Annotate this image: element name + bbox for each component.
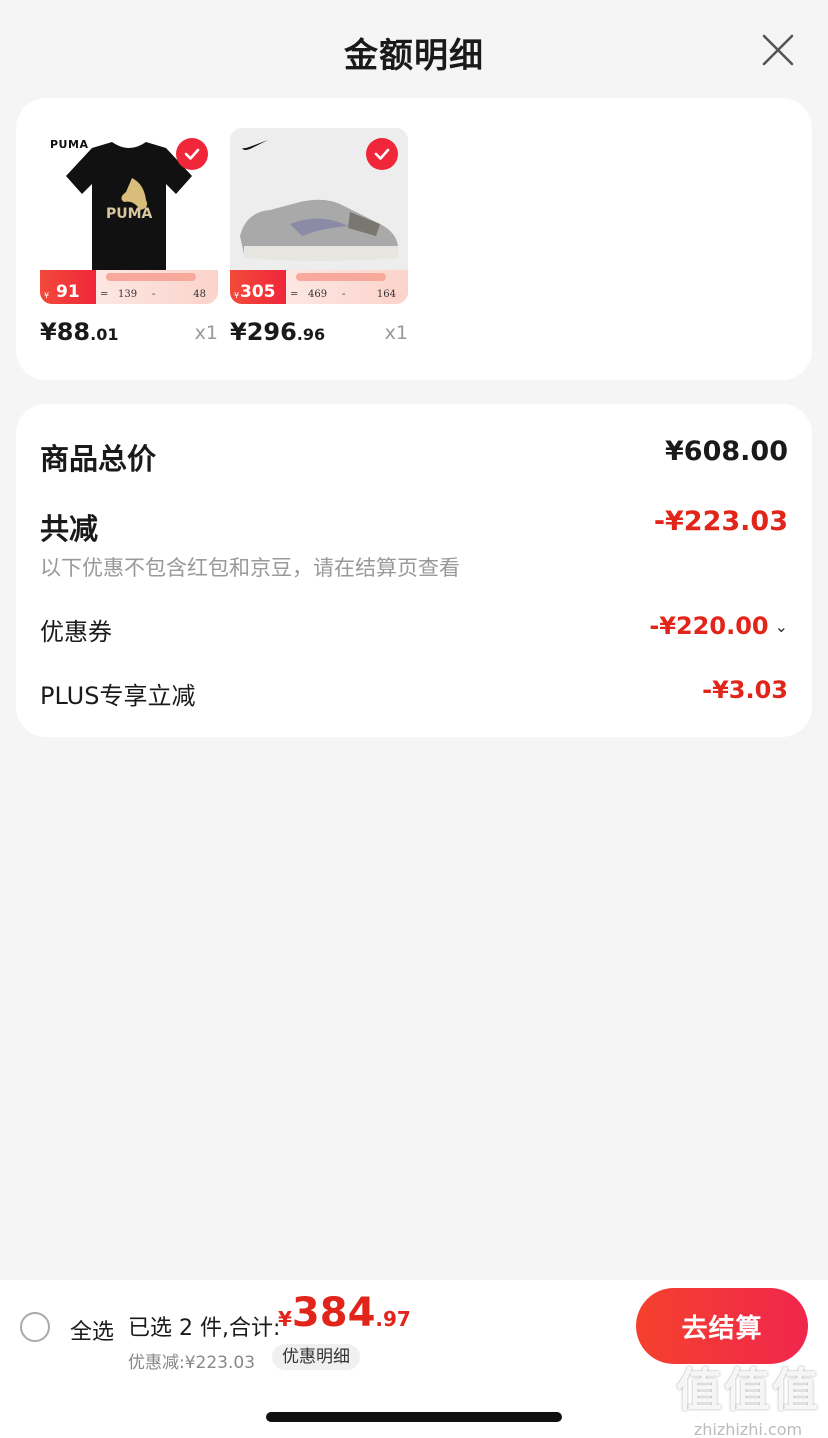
promo-banner: ¥ 91 = 139 - 48 (40, 270, 218, 304)
product-price: ¥296.96 (230, 318, 325, 346)
promo-discount: 164 (376, 289, 396, 300)
reduce-value: -¥223.03 (653, 506, 788, 537)
checked-icon[interactable] (176, 138, 208, 170)
plus-discount-value: -¥3.03 (702, 676, 788, 704)
price-dec: .01 (90, 325, 119, 344)
checked-icon[interactable] (366, 138, 398, 170)
total-dec: .97 (375, 1307, 411, 1331)
promo-banner: ¥ 305 = 469 - 164 (230, 270, 408, 304)
promo-price-value: 91 (56, 282, 80, 302)
promo-calc: = 139 - 48 (96, 270, 218, 304)
price-row: ¥88.01 x1 (40, 318, 218, 358)
close-icon[interactable] (758, 30, 798, 70)
select-all-radio[interactable] (20, 1312, 50, 1342)
page-title: 金额明细 (344, 36, 484, 76)
summary-card: 商品总价 ¥608.00 共减 -¥223.03 以下优惠不包含红包和京豆，请在… (16, 404, 812, 737)
svg-text:PUMA: PUMA (106, 206, 153, 222)
promo-discount: 48 (193, 289, 206, 300)
watermark: 值值值 zhizhizhi.com (676, 1354, 820, 1438)
reduce-label: 共减 (40, 512, 99, 546)
product-price: ¥88.01 (40, 318, 118, 346)
plus-discount-label: PLUS专享立减 (40, 682, 196, 710)
total-yen: ¥ (278, 1307, 292, 1331)
home-indicator[interactable] (266, 1412, 562, 1422)
select-all-label[interactable]: 全选 (70, 1314, 114, 1346)
total-amount: ¥384.97 (278, 1290, 411, 1336)
total-int: 384 (291, 1290, 376, 1336)
amount-detail-sheet: 金额明细 PUMA PUMA ¥ 91 = 139 - 48 ¥88.01 x1… (0, 0, 828, 1438)
promo-bar (296, 273, 386, 281)
promo-calc: = 469 - 164 (286, 270, 408, 304)
promo-original: 139 (118, 289, 138, 300)
discount-summary: 优惠减:¥223.03 (128, 1353, 256, 1373)
promo-eq: = (100, 289, 109, 300)
total-price-value: ¥608.00 (665, 436, 788, 467)
promo-eq: = (290, 289, 299, 300)
promo-minus: - (342, 289, 346, 300)
promo-original: 469 (308, 289, 328, 300)
price-int: ¥296 (230, 318, 297, 346)
coupon-label: 优惠券 (40, 618, 112, 646)
promo-minus: - (152, 289, 156, 300)
promo-price-value: 305 (240, 282, 276, 302)
discount-note: 以下优惠不包含红包和京豆，请在结算页查看 (40, 556, 460, 580)
price-dec: .96 (296, 325, 326, 344)
total-price-label: 商品总价 (40, 442, 157, 476)
promo-yen: ¥ (234, 291, 240, 300)
discount-detail-button[interactable]: 优惠明细 (272, 1344, 360, 1370)
price-row: ¥296.96 x1 (230, 318, 408, 358)
promo-price: ¥ 305 (230, 270, 286, 304)
price-int: ¥88 (40, 318, 91, 346)
promo-bar (106, 273, 196, 281)
product-item[interactable]: ¥ 305 = 469 - 164 ¥296.96 x1 (230, 128, 408, 358)
promo-price: ¥ 91 (40, 270, 96, 304)
chevron-down-icon[interactable]: ⌄ (775, 617, 788, 636)
product-qty: x1 (194, 322, 218, 344)
watermark-logo: 值值值 (676, 1363, 820, 1417)
product-qty: x1 (384, 322, 408, 344)
selected-count: 已选 2 件,合计: (128, 1316, 281, 1341)
checkout-button[interactable]: 去结算 (636, 1288, 808, 1364)
product-image[interactable]: PUMA PUMA ¥ 91 = 139 - 48 (40, 128, 218, 304)
products-card: PUMA PUMA ¥ 91 = 139 - 48 ¥88.01 x1 ¥ 30… (16, 98, 812, 380)
coupon-value-group[interactable]: -¥220.00 ⌄ (649, 612, 788, 640)
product-item[interactable]: PUMA PUMA ¥ 91 = 139 - 48 ¥88.01 x1 (40, 128, 218, 358)
product-image[interactable]: ¥ 305 = 469 - 164 (230, 128, 408, 304)
watermark-url: zhizhizhi.com (693, 1420, 803, 1438)
coupon-value: -¥220.00 (649, 612, 769, 640)
promo-yen: ¥ (44, 291, 50, 300)
